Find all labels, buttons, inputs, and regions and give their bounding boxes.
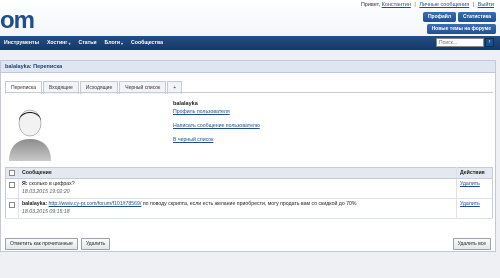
search-icon: › — [488, 39, 491, 45]
avatar — [5, 99, 55, 161]
user-profile-link[interactable]: Профиль пользователя — [173, 109, 260, 115]
table-header-row: Сообщение Действия — [5, 167, 493, 179]
select-all-checkbox[interactable] — [9, 169, 15, 176]
main-panel: balalayka: Переписка Переписка Входящие … — [0, 60, 496, 252]
main-nav: Инструменты Хостинг ▾ Статьи Блоги ▾ Сообщ… — [0, 36, 500, 50]
select-all-cell — [5, 167, 19, 179]
new-topics-button[interactable]: Новые темы на форуме — [426, 24, 496, 34]
breadcrumb: balalayka: Переписка — [1, 61, 495, 73]
message-date: 18.03.2015 19:02:20 — [22, 189, 70, 195]
write-message-link[interactable]: Написать сообщение пользователю — [173, 123, 260, 129]
table-row: balalayka: http://www.cy-pr.com/forum/f1… — [5, 198, 493, 219]
message-author: balalayka: — [22, 201, 48, 207]
message-text: сколько в цифрах? — [28, 181, 75, 187]
nav-item-blogs[interactable]: Блоги ▾ — [101, 40, 128, 46]
message-cell: Я: сколько в цифрах? 18.03.2015 19:02:20 — [18, 178, 457, 199]
profile-button[interactable]: Профайл — [422, 12, 457, 22]
mark-as-read-button[interactable]: Отметить как прочитанные — [5, 238, 78, 250]
delete-message-link[interactable]: Удалить — [460, 201, 480, 207]
logout-link[interactable]: Выйти — [478, 2, 494, 8]
nav-item-tools[interactable]: Инструменты — [0, 40, 43, 46]
username-link[interactable]: Константин — [382, 2, 411, 8]
user-silhouette-icon — [5, 99, 55, 161]
nav-item-communities[interactable]: Сообщества — [127, 40, 167, 46]
search-button[interactable]: › — [485, 38, 494, 47]
chevron-down-icon: ▾ — [121, 40, 124, 46]
delete-button[interactable]: Удалить — [81, 238, 111, 250]
delete-all-button[interactable]: Удалить все — [452, 238, 491, 250]
search-box: › — [436, 38, 494, 47]
chevron-down-icon: ▾ — [68, 40, 71, 46]
separator: | — [472, 2, 475, 8]
message-date: 18.03.2015 09:15:18 — [22, 209, 70, 215]
site-header: om Привет, Константин | Личные сообщения… — [0, 0, 500, 36]
site-logo[interactable]: om — [0, 7, 35, 35]
column-header-actions: Действия — [456, 167, 493, 179]
tab-divider — [5, 92, 493, 93]
blacklist-link[interactable]: В черный список — [173, 137, 260, 143]
column-header-message: Сообщение — [18, 167, 457, 179]
table-row: Я: сколько в цифрах? 18.03.2015 19:02:20… — [5, 178, 493, 199]
nav-item-hosting[interactable]: Хостинг ▾ — [43, 40, 74, 46]
nav-item-articles[interactable]: Статьи — [74, 40, 100, 46]
profile-username: balalayka — [173, 101, 198, 107]
message-author: Я: — [22, 181, 28, 187]
row-checkbox[interactable] — [9, 202, 15, 208]
row-checkbox[interactable] — [9, 182, 15, 188]
delete-message-link[interactable]: Удалить — [460, 181, 480, 187]
private-messages-link[interactable]: Личные сообщения — [419, 2, 469, 8]
messages-table: Сообщение Действия Я: сколько в цифрах? … — [5, 167, 493, 219]
message-link[interactable]: http://www.cy-pr.com/forum/f101/t78569/ — [49, 201, 142, 207]
message-cell: balalayka: http://www.cy-pr.com/forum/f1… — [18, 198, 457, 219]
message-text: по поводу скрипта, если есть желание при… — [142, 201, 357, 207]
user-line: Привет, Константин | Личные сообщения | … — [361, 2, 494, 8]
profile-panel: balalayka Профиль пользователя Написать … — [173, 101, 260, 143]
greeting-text: Привет, — [360, 2, 381, 8]
search-input[interactable] — [436, 38, 484, 47]
separator: | — [414, 2, 416, 8]
statistics-button[interactable]: Статистика — [458, 12, 496, 22]
header-buttons: Профайл Статистика Новые темы на форуме — [404, 12, 496, 36]
